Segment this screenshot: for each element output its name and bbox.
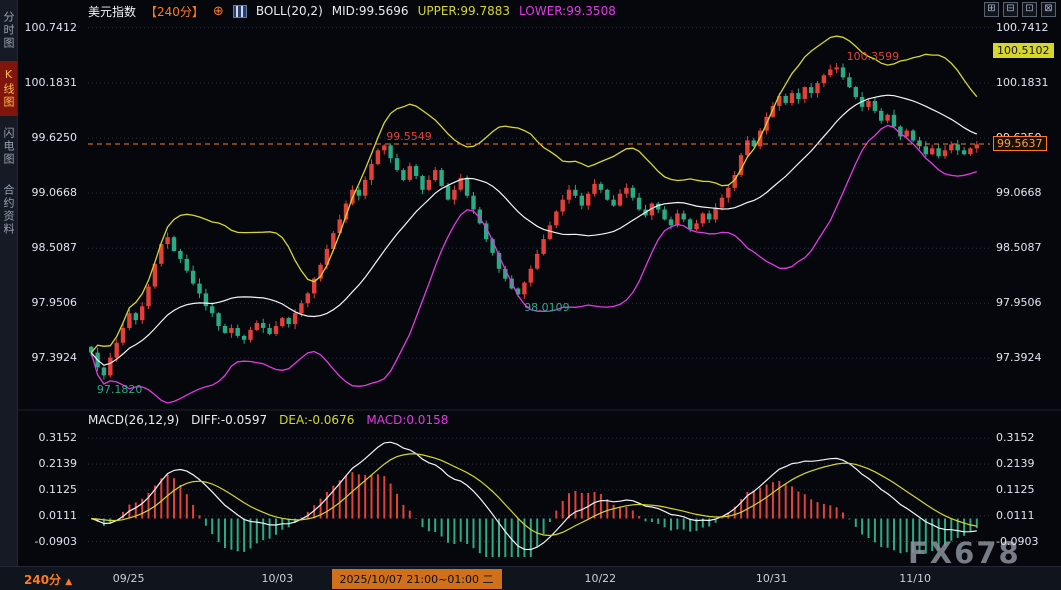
boll-lower-value: LOWER:99.3508 <box>519 4 616 18</box>
time-axis-label: 10/22 <box>584 572 616 585</box>
macd-hist-value: MACD:0.0158 <box>366 413 448 427</box>
price-axis-label: 98.5087 <box>993 241 1061 254</box>
last-price-label: 99.5637 <box>993 136 1047 151</box>
chart-toolbar: 美元指数 【240分】 ⊕ BOLL(20,2) MID:99.5696 UPP… <box>88 3 616 19</box>
macd-axis-label: -0.0903 <box>993 535 1061 548</box>
single-view-icon[interactable]: ⊡ <box>1022 2 1037 17</box>
sidebar-item-candlestick-chart[interactable]: K线图 <box>0 61 17 116</box>
time-axis-bar: 240分 ▲ 09/25 10/03 10/22 10/31 11/10 2025/10… <box>0 566 1061 590</box>
sidebar-item-lightning-chart[interactable]: 闪电图 <box>0 120 17 173</box>
macd-name: MACD(26,12,9) <box>88 413 179 427</box>
price-axis-label: 97.9506 <box>993 296 1061 309</box>
price-axis-label: 97.3924 <box>16 351 82 364</box>
add-indicator-icon[interactable]: ⊕ <box>213 4 224 19</box>
time-axis-label: 10/03 <box>262 572 294 585</box>
price-annotation: 100.3599 <box>847 50 900 63</box>
grid-layout-icon[interactable]: ⊞ <box>984 2 999 17</box>
price-axis-label: 100.1831 <box>16 76 82 89</box>
boll-indicator-icon[interactable] <box>233 5 247 18</box>
price-axis-label: 98.5087 <box>16 241 82 254</box>
trading-chart-window: 分时图 K线图 闪电图 合约资料 美元指数 【240分】 ⊕ BOLL(20,2… <box>0 0 1061 590</box>
price-annotation: 97.1820 <box>97 383 143 396</box>
macd-axis-label: 0.1125 <box>993 483 1061 496</box>
price-axis-label: 97.9506 <box>16 296 82 309</box>
time-axis-label: 09/25 <box>113 572 145 585</box>
macd-axis-label: 0.3152 <box>993 431 1061 444</box>
price-axis-label: 100.7412 <box>993 21 1061 34</box>
interval-switcher[interactable]: 240分 ▲ <box>24 571 72 588</box>
price-axis-label: 100.7412 <box>16 21 82 34</box>
interval-text: 240分 <box>24 573 61 587</box>
sidebar-item-time-chart[interactable]: 分时图 <box>0 4 17 57</box>
sidebar-item-contract-info[interactable]: 合约资料 <box>0 177 17 243</box>
macd-axis-label: 0.3152 <box>16 431 82 444</box>
macd-diff-value: DIFF:-0.0597 <box>191 413 267 427</box>
bar-time-tooltip: 2025/10/07 21:00~01:00 二 <box>332 569 502 589</box>
macd-indicator-header: MACD(26,12,9) DIFF:-0.0597 DEA:-0.0676 M… <box>88 413 448 427</box>
boll-mid-value: MID:99.5696 <box>332 4 409 18</box>
left-price-axis[interactable]: 100.7412 100.1831 99.6250 99.0668 98.5087 97.… <box>16 0 82 590</box>
price-annotation: 99.5549 <box>386 130 432 143</box>
macd-axis-label: 0.2139 <box>993 457 1061 470</box>
candlestick-chart-canvas[interactable] <box>0 0 1061 590</box>
price-annotation: 98.0109 <box>524 301 570 314</box>
upper-band-price-label: 100.5102 <box>993 43 1054 58</box>
right-price-axis[interactable]: 100.7412100.183199.625099.066898.508797.… <box>993 0 1061 590</box>
price-axis-label: 97.3924 <box>993 351 1061 364</box>
window-controls: ⊞ ⊟ ⊡ ⊠ <box>984 2 1056 17</box>
price-axis-label: 100.1831 <box>993 76 1061 89</box>
time-axis-label: 10/31 <box>756 572 788 585</box>
price-axis-label: 99.0668 <box>993 186 1061 199</box>
symbol-name: 美元指数 <box>88 3 136 20</box>
chart-type-sidebar: 分时图 K线图 闪电图 合约资料 <box>0 0 18 590</box>
boll-label: BOLL(20,2) <box>256 4 323 18</box>
interval-label[interactable]: 【240分】 <box>145 3 204 20</box>
macd-axis-label: 0.0111 <box>993 509 1061 522</box>
expand-icon: ▲ <box>65 577 72 587</box>
horizontal-layout-icon[interactable]: ⊟ <box>1003 2 1018 17</box>
macd-axis-label: 0.0111 <box>16 509 82 522</box>
price-axis-label: 99.0668 <box>16 186 82 199</box>
macd-axis-label: 0.2139 <box>16 457 82 470</box>
macd-axis-label: 0.1125 <box>16 483 82 496</box>
close-panel-icon[interactable]: ⊠ <box>1041 2 1056 17</box>
time-axis-label: 11/10 <box>899 572 931 585</box>
macd-axis-label: -0.0903 <box>16 535 82 548</box>
macd-dea-value: DEA:-0.0676 <box>279 413 354 427</box>
price-axis-label: 99.6250 <box>16 131 82 144</box>
boll-upper-value: UPPER:99.7883 <box>418 4 510 18</box>
